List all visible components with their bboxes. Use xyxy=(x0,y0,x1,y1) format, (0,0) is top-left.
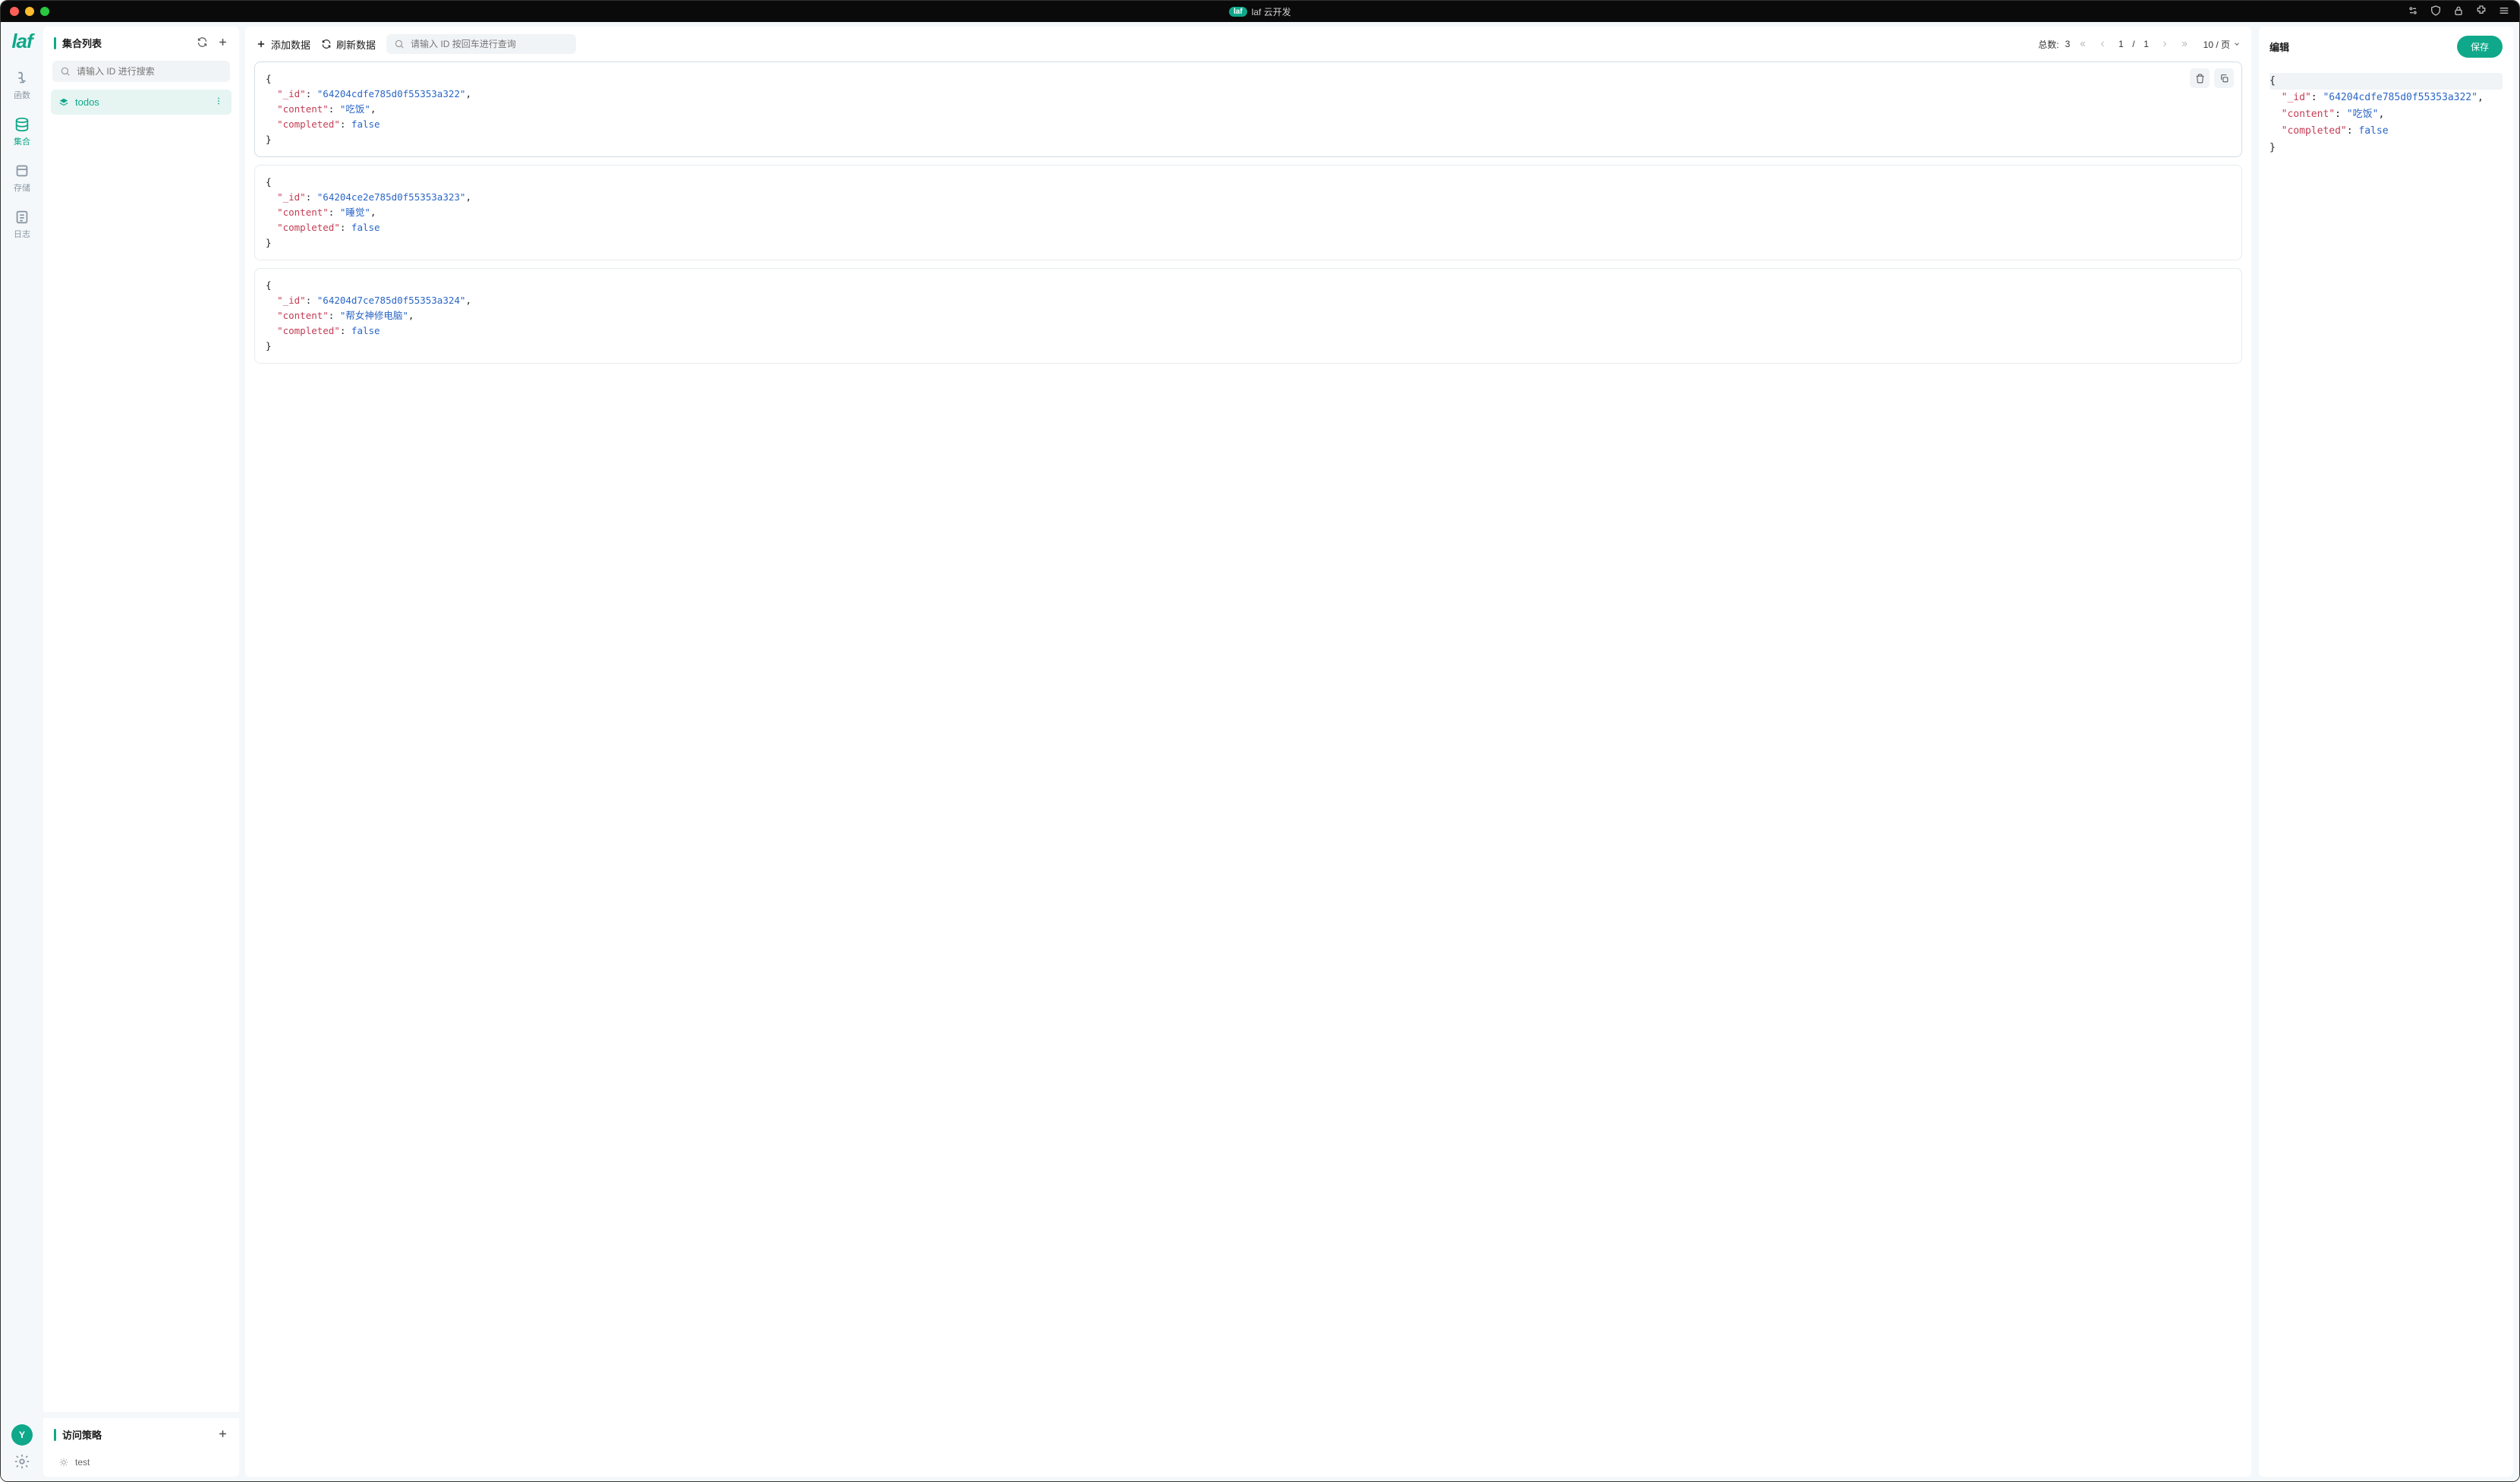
record-search[interactable] xyxy=(386,34,576,54)
search-icon xyxy=(60,66,71,77)
record-card[interactable]: { "_id": "64204ce2e785d0f55353a323", "co… xyxy=(254,165,2242,260)
policy-name: test xyxy=(75,1457,90,1468)
chevron-down-icon xyxy=(2233,40,2241,48)
page-size-label: 10 / 页 xyxy=(2203,38,2230,51)
shield-icon[interactable] xyxy=(2430,5,2442,19)
extension-icon[interactable] xyxy=(2475,5,2487,19)
nav-logs-label: 日志 xyxy=(14,228,30,240)
add-collection-icon[interactable] xyxy=(217,36,228,50)
collection-search[interactable] xyxy=(52,61,230,82)
titlebar: laf laf 云开发 xyxy=(1,1,2519,22)
nav-collections-label: 集合 xyxy=(14,135,30,147)
window-title: laf 云开发 xyxy=(1252,5,1291,18)
refresh-data-button[interactable]: 刷新数据 xyxy=(321,37,376,52)
page-size-select[interactable]: 10 / 页 xyxy=(2203,38,2241,51)
avatar[interactable]: Y xyxy=(11,1424,33,1446)
total-pages: 1 xyxy=(2141,39,2152,49)
gear-icon[interactable] xyxy=(14,1453,30,1472)
nav-functions[interactable]: 函数 xyxy=(5,64,39,107)
editor-title: 编辑 xyxy=(2270,39,2457,54)
nav-logs[interactable]: 日志 xyxy=(5,203,39,246)
panel-accent xyxy=(54,1429,56,1441)
pager: 总数: 3 1 / 1 10 / 页 xyxy=(2038,37,2241,51)
record-search-input[interactable] xyxy=(411,39,569,49)
maximize-window[interactable] xyxy=(40,7,49,16)
refresh-data-label: 刷新数据 xyxy=(336,37,376,52)
app-badge: laf xyxy=(1229,7,1247,17)
nav-storage-label: 存储 xyxy=(14,181,30,194)
add-data-label: 添加数据 xyxy=(271,37,310,52)
sun-icon xyxy=(58,1457,69,1468)
collection-item-todos[interactable]: todos xyxy=(51,90,232,115)
minimize-window[interactable] xyxy=(25,7,34,16)
next-page-button[interactable] xyxy=(2158,37,2172,51)
prev-page-button[interactable] xyxy=(2096,37,2109,51)
panel-accent xyxy=(54,37,56,49)
total-count: 3 xyxy=(2065,39,2071,49)
nav-functions-label: 函数 xyxy=(14,89,30,101)
side-panel: 集合列表 todos xyxy=(43,27,239,1477)
search-icon xyxy=(394,39,405,49)
collection-more-icon[interactable] xyxy=(213,96,224,109)
collection-search-input[interactable] xyxy=(77,66,222,77)
first-page-button[interactable] xyxy=(2076,37,2090,51)
settings-toggle-icon[interactable] xyxy=(2407,5,2419,19)
add-data-button[interactable]: 添加数据 xyxy=(256,37,310,52)
add-policy-icon[interactable] xyxy=(217,1428,228,1442)
layers-icon xyxy=(58,97,69,108)
page-sep: / xyxy=(2132,39,2134,49)
collections-title: 集合列表 xyxy=(62,36,197,50)
total-label: 总数: xyxy=(2038,38,2059,51)
collection-name: todos xyxy=(75,96,99,108)
policy-title: 访问策略 xyxy=(62,1427,217,1442)
lock-icon[interactable] xyxy=(2452,5,2465,19)
nav-rail: laf 函数 集合 存储 日志 Y xyxy=(1,22,43,1481)
record-card[interactable]: { "_id": "64204d7ce785d0f55353a324", "co… xyxy=(254,268,2242,364)
refresh-collections-icon[interactable] xyxy=(197,36,208,50)
editor-panel: 编辑 保存 { "_id": "64204cdfe785d0f55353a322… xyxy=(2259,27,2513,1477)
menu-icon[interactable] xyxy=(2498,5,2510,19)
policy-item-test[interactable]: test xyxy=(54,1451,228,1474)
current-page: 1 xyxy=(2115,39,2126,49)
copy-record-button[interactable] xyxy=(2214,68,2234,88)
records-panel: 添加数据 刷新数据 总数: 3 1 xyxy=(245,27,2251,1477)
nav-collections[interactable]: 集合 xyxy=(5,110,39,153)
delete-record-button[interactable] xyxy=(2190,68,2210,88)
logo[interactable]: laf xyxy=(11,30,32,53)
nav-storage[interactable]: 存储 xyxy=(5,156,39,200)
json-editor[interactable]: { "_id": "64204cdfe785d0f55353a322", "co… xyxy=(2259,65,2513,1477)
save-button[interactable]: 保存 xyxy=(2457,36,2503,58)
close-window[interactable] xyxy=(10,7,19,16)
record-card[interactable]: { "_id": "64204cdfe785d0f55353a322", "co… xyxy=(254,61,2242,157)
last-page-button[interactable] xyxy=(2178,37,2191,51)
